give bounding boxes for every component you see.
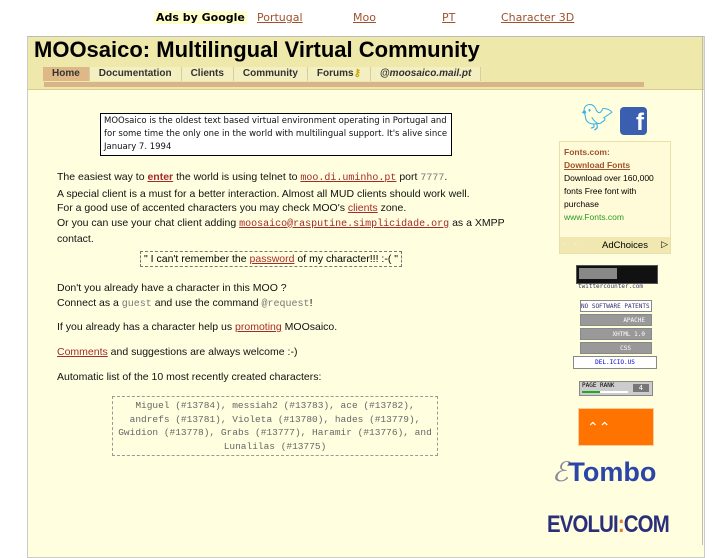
apache-badge[interactable]: APACHE — [580, 314, 652, 326]
nav-underline — [44, 82, 644, 87]
twittercounter-widget[interactable] — [576, 265, 658, 284]
text: Or you can use your chat client adding — [57, 216, 240, 229]
comments-link[interactable]: Comments — [57, 346, 108, 358]
pagerank-value: 4 — [632, 384, 649, 392]
request-command: @request — [261, 298, 310, 310]
password-note: " I can't remember the password of my ch… — [140, 251, 402, 267]
recent-characters-list: Miguel (#13784), messiah2 (#13783), ace … — [112, 396, 438, 456]
ad-footer: ‹ › AdChoices ▷ — [560, 237, 670, 253]
text: zone. — [377, 202, 407, 214]
twittercounter-label[interactable]: twittercounter.com — [578, 283, 643, 290]
ad-link-character-3d[interactable]: Character 3D — [501, 11, 574, 24]
etombo-logo[interactable]: ℰTombo — [552, 457, 656, 488]
next-ad-icon[interactable]: › — [574, 237, 577, 250]
ad-link[interactable]: Download Fonts — [564, 159, 666, 172]
evolui-logo[interactable]: EVOLUI:COM — [547, 511, 670, 539]
key-icon: ⚷ — [353, 68, 361, 79]
fonts-ad[interactable]: Fonts.com: Download Fonts Download over … — [559, 141, 671, 254]
evolui-text: EVOLUI — [547, 511, 619, 538]
text: A special client is a must for a better … — [57, 187, 470, 200]
text: and use the command — [151, 296, 262, 309]
list-heading: Automatic list of the 10 most recently c… — [57, 371, 322, 383]
page-title: MOOsaico: Multilingual Virtual Community — [34, 37, 480, 62]
text: the world is using telnet to — [173, 171, 301, 183]
tab-forums-label: Forums — [316, 68, 354, 79]
pagerank-bar — [582, 391, 628, 393]
xmpp-link[interactable]: moosaico@rasputine.simplicidade.org — [239, 219, 449, 230]
header: MOOsaico: Multilingual Virtual Community… — [28, 37, 704, 90]
guest-command: guest — [121, 298, 152, 310]
tab-community[interactable]: Community — [233, 67, 308, 81]
evolui-com: COM — [623, 511, 670, 538]
text: MOOsaico. — [281, 321, 338, 333]
clients-link[interactable]: clients — [348, 202, 378, 214]
text: Connect as a — [57, 296, 122, 309]
tab-mail[interactable]: @moosaico.mail.pt — [370, 67, 482, 81]
promoting-link[interactable]: promoting — [235, 321, 282, 333]
intro-box: MOOsaico is the oldest text based virtua… — [100, 113, 452, 156]
text: Don't you already have a character in th… — [57, 282, 287, 294]
ad-url[interactable]: www.Fonts.com — [564, 211, 666, 224]
etombo-text: Tombo — [568, 457, 657, 487]
orange-logo[interactable]: ⌃⌃ — [578, 408, 654, 446]
text: " I can't remember the — [144, 253, 250, 265]
twittercounter-bar — [579, 268, 617, 279]
text: The easiest way to — [57, 171, 148, 183]
ad-title: Fonts.com: — [564, 147, 610, 157]
text: If you already has a character help us — [57, 321, 236, 333]
pagerank-badge[interactable]: PAGE RANK 4 — [579, 381, 653, 396]
prev-ad-icon[interactable]: ‹ — [563, 237, 566, 250]
page-container: MOOsaico: Multilingual Virtual Community… — [27, 36, 705, 558]
ad-text: Download over 160,000 fonts Free font wi… — [564, 173, 654, 209]
page-border — [702, 36, 703, 545]
xhtml-badge[interactable]: XHTML 1.0 — [580, 328, 652, 340]
guest-info: Don't you already have a character in th… — [57, 281, 312, 312]
connection-info: The easiest way to enter the world is us… — [57, 170, 507, 247]
ads-bar: Ads by Google Portugal Moo PT Character … — [0, 11, 727, 25]
tab-clients[interactable]: Clients — [181, 67, 234, 81]
tab-forums[interactable]: Forums⚷ — [307, 67, 371, 81]
port: 7777 — [420, 173, 445, 184]
nav-tabs: Home Documentation Clients Community For… — [43, 67, 482, 81]
ad-link-moo[interactable]: Moo — [353, 11, 376, 24]
ad-link-portugal[interactable]: Portugal — [257, 11, 303, 24]
text: . — [444, 171, 448, 183]
no-software-patents-badge[interactable]: NO SOFTWARE PATENTS — [580, 300, 652, 312]
enter-link[interactable]: enter — [147, 171, 173, 183]
telnet-host-link[interactable]: moo.di.uminho.pt — [300, 173, 396, 184]
text: of my character!!! :-( " — [294, 253, 398, 265]
text: port — [396, 171, 421, 183]
delicious-badge[interactable]: DEL.ICIO.US — [573, 356, 657, 369]
ads-by-google[interactable]: Ads by Google — [154, 11, 247, 24]
comments-info: Comments and suggestions are always welc… — [57, 345, 297, 360]
tab-documentation[interactable]: Documentation — [89, 67, 182, 81]
tab-home[interactable]: Home — [43, 67, 90, 81]
pagerank-label: PAGE RANK — [582, 382, 615, 389]
adchoices-icon: ▷ — [661, 239, 668, 249]
text: For a good use of accented characters yo… — [57, 202, 348, 214]
text: ! — [309, 296, 313, 309]
twitter-icon[interactable]: 🐦︎ — [581, 103, 614, 133]
css-badge[interactable]: CSS — [580, 342, 652, 354]
facebook-icon[interactable]: f — [620, 107, 647, 136]
password-link[interactable]: password — [250, 253, 295, 265]
text: and suggestions are always welcome :-) — [107, 346, 298, 358]
promote-info: If you already has a character help us p… — [57, 320, 337, 335]
adchoices-label[interactable]: AdChoices — [602, 239, 648, 252]
ad-link-pt[interactable]: PT — [442, 11, 455, 24]
